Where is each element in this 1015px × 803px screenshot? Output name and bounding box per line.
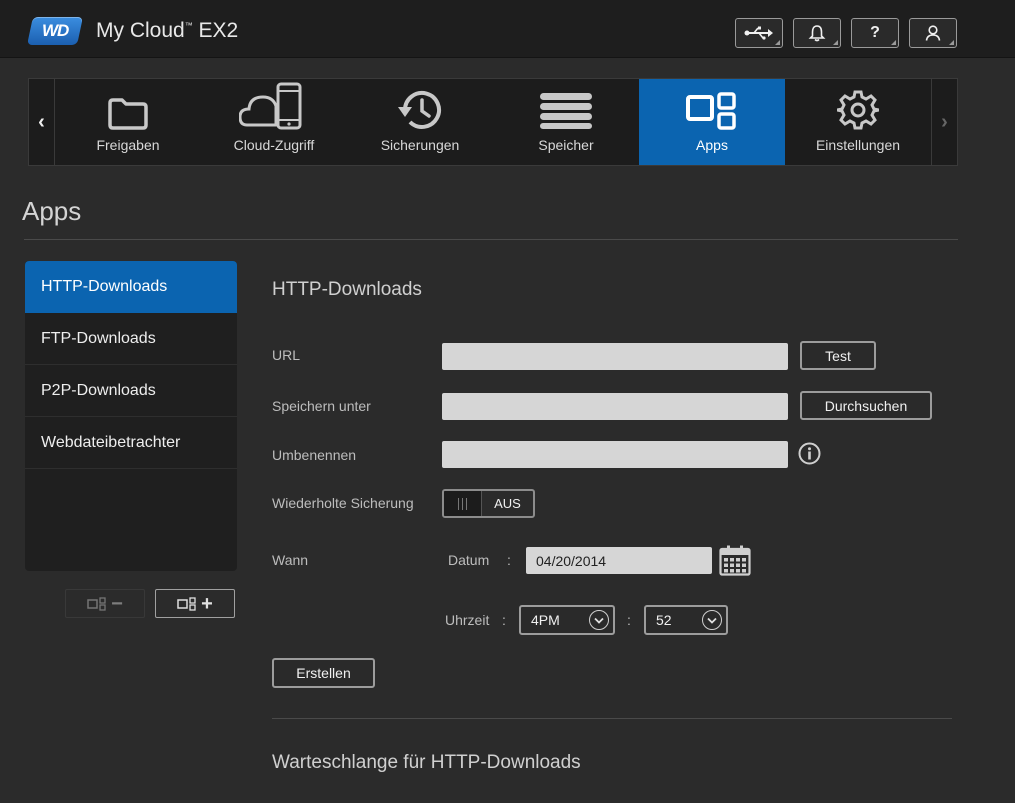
- user-button[interactable]: [909, 18, 957, 48]
- calendar-icon[interactable]: [719, 545, 751, 576]
- save-to-input[interactable]: [442, 393, 788, 420]
- bell-icon: [808, 25, 826, 42]
- divider: [24, 239, 958, 240]
- nav-prev-button[interactable]: ‹: [29, 79, 55, 165]
- sidebar-item-p2p-downloads[interactable]: P2P-Downloads: [25, 365, 237, 417]
- divider: [272, 718, 952, 719]
- chevron-left-icon: ‹: [38, 110, 45, 133]
- usb-icon: [744, 26, 773, 40]
- chevron-right-icon: ›: [941, 110, 948, 133]
- folder-icon: [108, 98, 148, 130]
- help-icon: ?: [870, 24, 880, 41]
- nav-next-button[interactable]: ›: [931, 79, 957, 165]
- top-header: WD My Cloud™ EX2 ?: [0, 0, 1015, 58]
- minute-value: 52: [656, 612, 672, 628]
- nav-label: Einstellungen: [815, 137, 901, 153]
- when-label: Wann: [272, 552, 309, 568]
- cloud-device-icon: [239, 82, 302, 130]
- nav-item-apps[interactable]: Apps: [639, 79, 785, 165]
- nav-item-speicher[interactable]: Speicher: [493, 79, 639, 165]
- date-input[interactable]: [526, 547, 712, 574]
- storage-stack-icon: [540, 93, 592, 129]
- nav-item-sicherungen[interactable]: Sicherungen: [347, 79, 493, 165]
- plus-icon: +: [201, 592, 213, 615]
- nav-label: Sicherungen: [380, 137, 460, 153]
- url-label: URL: [272, 347, 301, 363]
- date-label: Datum: [448, 552, 490, 568]
- browse-button[interactable]: Durchsuchen: [800, 391, 932, 420]
- chevron-down-icon: [589, 610, 609, 630]
- nav-label: Speicher: [538, 137, 594, 153]
- save-to-label: Speichern unter: [272, 398, 371, 414]
- toggle-grip-icon: [444, 491, 482, 516]
- rename-label: Umbenennen: [272, 447, 357, 463]
- nav-label: Apps: [696, 137, 728, 153]
- user-icon: [925, 25, 941, 41]
- nav-item-cloud-zugriff[interactable]: Cloud-Zugriff: [201, 79, 347, 165]
- main-nav: ‹ Freigaben Cloud-Zugriff Sicherungen Sp…: [28, 78, 958, 166]
- sidebar-item-webdateibetrachter[interactable]: Webdateibetrachter: [25, 417, 237, 469]
- toggle-state: AUS: [494, 496, 521, 511]
- hour-select[interactable]: 4PM: [519, 605, 615, 635]
- queue-title: Warteschlange für HTTP-Downloads: [272, 752, 581, 773]
- minus-icon: −: [111, 592, 123, 615]
- apps-grid-icon: [87, 596, 106, 611]
- url-input[interactable]: [442, 343, 788, 370]
- history-icon: [398, 90, 441, 129]
- time-separator: :: [502, 612, 506, 628]
- page-title: Apps: [22, 196, 82, 226]
- nav-item-einstellungen[interactable]: Einstellungen: [785, 79, 931, 165]
- create-button[interactable]: Erstellen: [272, 658, 375, 688]
- gear-icon: [837, 90, 879, 130]
- time-label: Uhrzeit: [445, 612, 490, 628]
- nav-label: Freigaben: [96, 137, 160, 153]
- apps-grid-icon: [177, 596, 196, 611]
- remove-app-button[interactable]: −: [65, 589, 145, 618]
- add-app-button[interactable]: +: [155, 589, 235, 618]
- nav-label: Cloud-Zugriff: [233, 137, 315, 153]
- nav-item-freigaben[interactable]: Freigaben: [55, 79, 201, 165]
- apps-grid-icon: [686, 92, 736, 130]
- sidebar-item-ftp-downloads[interactable]: FTP-Downloads: [25, 313, 237, 365]
- minute-select[interactable]: 52: [644, 605, 728, 635]
- rename-input[interactable]: [442, 441, 788, 468]
- chevron-down-icon: [702, 610, 722, 630]
- usb-button[interactable]: [735, 18, 783, 48]
- date-separator: :: [507, 552, 511, 568]
- info-icon[interactable]: [798, 442, 821, 465]
- hour-value: 4PM: [531, 612, 560, 628]
- test-button[interactable]: Test: [800, 341, 876, 370]
- sidebar-item-http-downloads[interactable]: HTTP-Downloads: [25, 261, 237, 313]
- repeat-label: Wiederholte Sicherung: [272, 495, 414, 511]
- product-name: My Cloud™ EX2: [96, 19, 239, 42]
- section-title: HTTP-Downloads: [272, 279, 422, 300]
- time-colon: :: [627, 612, 631, 628]
- help-button[interactable]: ?: [851, 18, 899, 48]
- apps-sidebar: HTTP-Downloads FTP-Downloads P2P-Downloa…: [25, 261, 237, 571]
- notifications-button[interactable]: [793, 18, 841, 48]
- wd-logo: WD: [27, 17, 83, 45]
- repeat-toggle[interactable]: AUS: [442, 489, 535, 518]
